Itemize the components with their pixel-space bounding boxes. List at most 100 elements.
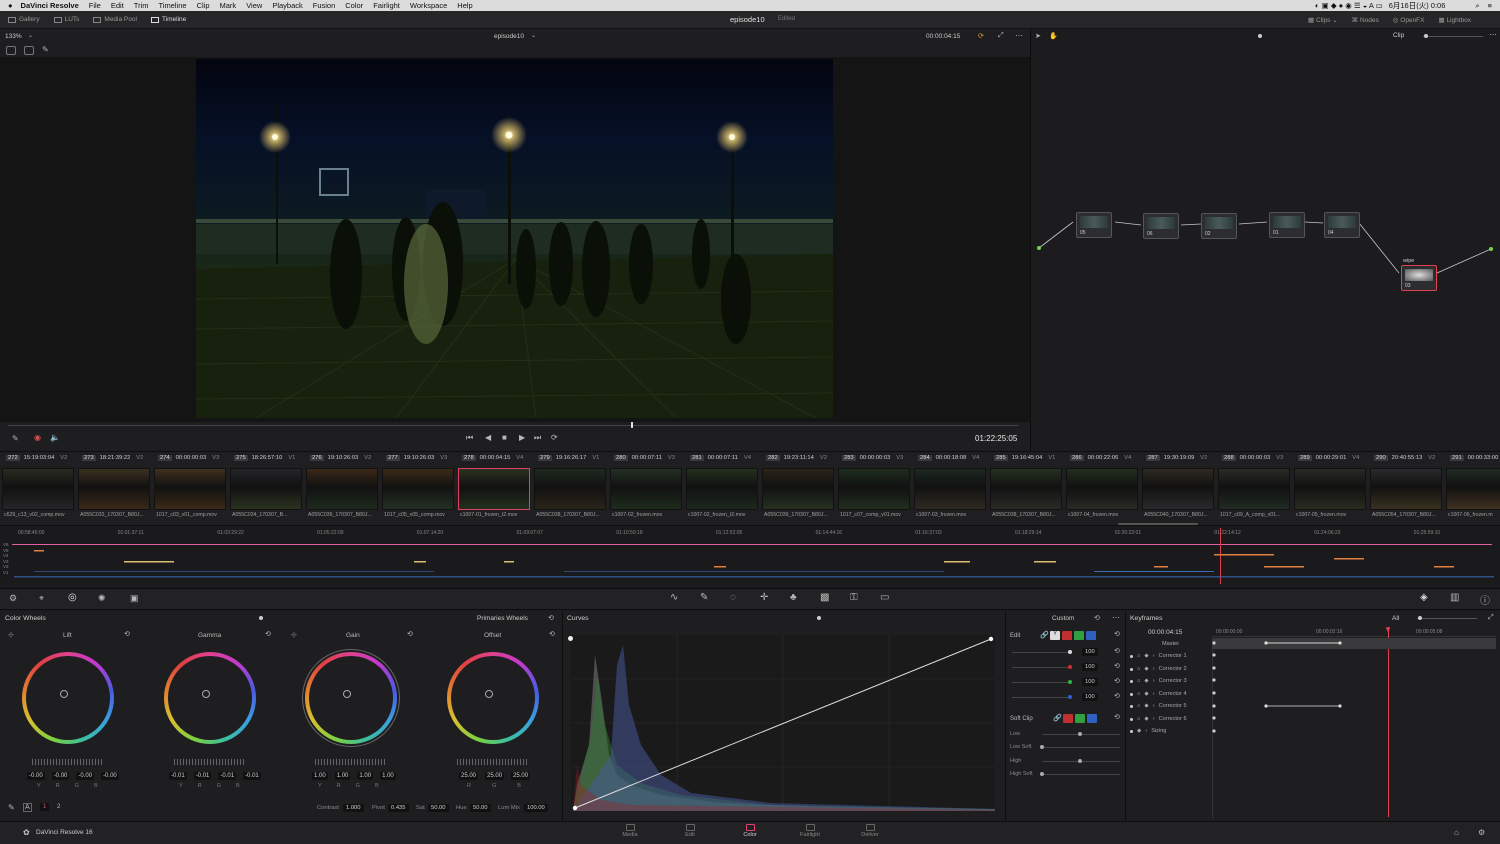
apple-icon[interactable]: ● (8, 1, 13, 10)
clip-thumbnail[interactable] (382, 468, 454, 510)
openfx-button[interactable]: ◎ OpenFX (1393, 16, 1425, 24)
clip-thumbnail[interactable] (1446, 468, 1500, 510)
gamma-master-slider[interactable] (174, 759, 246, 765)
gain-wheel-handle[interactable] (343, 690, 351, 698)
auto-balance-icon[interactable]: ✎ (8, 803, 15, 812)
gamma-wheel-handle[interactable] (202, 690, 210, 698)
info-icon[interactable]: ⓘ (1480, 592, 1490, 607)
timeline-chevron-icon[interactable]: ⌄ (531, 32, 536, 39)
curves-icon[interactable]: ∿ (670, 592, 678, 603)
clip-thumbnail[interactable] (78, 468, 150, 510)
curves-page-dot[interactable] (817, 616, 821, 620)
timeline-name-dropdown[interactable]: episode10 (494, 33, 524, 40)
wheels-reset-icon[interactable]: ⟲ (548, 614, 554, 622)
keyframe-zoom-handle[interactable] (1418, 616, 1422, 620)
keyframe-ruler[interactable]: 00:00:00:00 00:00:02:16 00:00:05:08 (1212, 627, 1496, 637)
chip-g[interactable]: G (1074, 631, 1084, 640)
menu-mark[interactable]: Mark (220, 1, 237, 10)
menu-file[interactable]: File (89, 1, 101, 10)
clip-thumbnail[interactable] (990, 468, 1062, 510)
wheels-mode-dropdown[interactable]: Primaries Wheels (477, 615, 528, 622)
clip-thumbnail[interactable] (914, 468, 986, 510)
curves-more-icon[interactable]: ⋯ (1112, 613, 1120, 622)
lock-icon[interactable]: ⌂ (1137, 703, 1140, 709)
sat-value[interactable]: 50.00 (428, 804, 449, 812)
page-color[interactable]: Color (730, 824, 770, 838)
kf-row-corrector-3[interactable]: ⌂ ◆ › Corrector 3 (1130, 675, 1187, 687)
node-editor[interactable]: ➤ ✋ Clip ⋯ 05 06 02 01 04 wipe 03 (1030, 29, 1500, 451)
soft-clip-link-icon[interactable]: 🔗 (1053, 714, 1062, 722)
clip-thumbnail[interactable] (230, 468, 302, 510)
play-icon[interactable]: ▶ (519, 433, 525, 442)
menu-fairlight[interactable]: Fairlight (373, 1, 400, 10)
kf-row-sizing[interactable]: ◆ › Sizing (1130, 725, 1166, 737)
gamma-wheel[interactable] (164, 652, 256, 744)
qualifier-icon[interactable]: ✎ (700, 592, 708, 603)
g-value[interactable]: 100 (1082, 678, 1098, 686)
lift-wheel[interactable] (22, 652, 114, 744)
page-deliver[interactable]: Deliver (850, 824, 890, 838)
high-soft-slider[interactable] (1042, 774, 1120, 775)
settings-gear-icon[interactable]: ⚙ (1478, 828, 1485, 837)
loop-icon[interactable]: ⟳ (978, 32, 984, 40)
clip-thumbnail[interactable] (1066, 468, 1138, 510)
r-reset-icon[interactable]: ⟲ (1114, 662, 1120, 670)
b-reset-icon[interactable]: ⟲ (1114, 692, 1120, 700)
brush-icon[interactable]: ✎ (12, 434, 19, 443)
volume-icon[interactable]: 🔈 (50, 433, 60, 442)
menu-edit[interactable]: Edit (111, 1, 124, 10)
clip-thumbnail[interactable] (1370, 468, 1442, 510)
offset-master-slider[interactable] (457, 759, 529, 765)
media-pool-button[interactable]: Media Pool (93, 16, 137, 23)
r-value[interactable]: 100 (1082, 663, 1098, 671)
clip-thumbnail[interactable] (610, 468, 682, 510)
menu-color[interactable]: Color (345, 1, 363, 10)
lum-mix-value[interactable]: 100.00 (524, 804, 548, 812)
split-icon[interactable] (24, 46, 34, 55)
chip-y[interactable]: Y (1050, 631, 1060, 640)
page-fairlight[interactable]: Fairlight (790, 824, 830, 838)
rgb-mixer-icon[interactable]: ✺ (98, 593, 106, 604)
soft-chip-r[interactable] (1063, 714, 1073, 723)
kf-row-corrector-6[interactable]: ⌂ ◆ › Corrector 6 (1130, 713, 1187, 725)
sizing-icon[interactable]: ▭ (880, 592, 889, 603)
lock-icon[interactable]: ⌂ (1137, 653, 1140, 659)
track-label[interactable]: V4 (3, 553, 9, 559)
clip-thumbnail[interactable] (1218, 468, 1290, 510)
lock-icon[interactable]: ⌂ (1137, 666, 1140, 672)
menu-clip[interactable]: Clip (197, 1, 210, 10)
blur-icon[interactable]: ▩ (820, 592, 829, 603)
track-label[interactable]: V1 (3, 570, 9, 576)
video-frame[interactable] (196, 59, 833, 418)
auto-icon[interactable]: A (23, 803, 32, 812)
key-icon[interactable]: ⚿ (850, 592, 858, 603)
timeline-button[interactable]: Timeline (150, 16, 186, 23)
offset-reset-icon[interactable]: ⟲ (549, 630, 555, 638)
viewer-timecode[interactable]: 00:00:04:15 (926, 33, 960, 40)
menu-view[interactable]: View (246, 1, 262, 10)
lift-master-slider[interactable] (32, 759, 104, 765)
menu-timeline[interactable]: Timeline (159, 1, 187, 10)
page-1-button[interactable]: 1 (40, 803, 50, 811)
kf-row-corrector-5[interactable]: ⌂ ◆ › Corrector 5 (1130, 700, 1187, 712)
node-04[interactable]: 04 (1324, 212, 1360, 238)
home-icon[interactable]: ⌂ (1454, 828, 1459, 837)
y-value[interactable]: 100 (1082, 648, 1098, 656)
y-reset-icon[interactable]: ⟲ (1114, 647, 1120, 655)
soft-clip-reset-icon[interactable]: ⟲ (1114, 713, 1120, 721)
kf-row-master[interactable]: Master (1162, 638, 1179, 650)
node-06[interactable]: 06 (1143, 213, 1179, 239)
clip-thumbnail[interactable] (1142, 468, 1214, 510)
keyframe-filter-dropdown[interactable]: All (1392, 615, 1399, 622)
kf-row-corrector-2[interactable]: ⌂ ◆ › Corrector 2 (1130, 663, 1187, 675)
wheels-page-dot[interactable] (259, 616, 263, 620)
luts-button[interactable]: LUTs (53, 16, 79, 23)
keyframe-expand-icon[interactable]: ⤢ (1488, 614, 1494, 622)
highlight-icon[interactable]: ✎ (42, 45, 49, 54)
viewer-more-icon[interactable]: ⋯ (1015, 31, 1023, 40)
zoom-dropdown[interactable]: 133% (5, 33, 22, 40)
menu-trim[interactable]: Trim (134, 1, 149, 10)
color-match-icon[interactable]: ⌖ (39, 593, 44, 604)
menu-help[interactable]: Help (457, 1, 472, 10)
keyframes-icon[interactable]: ◈ (1420, 592, 1428, 603)
